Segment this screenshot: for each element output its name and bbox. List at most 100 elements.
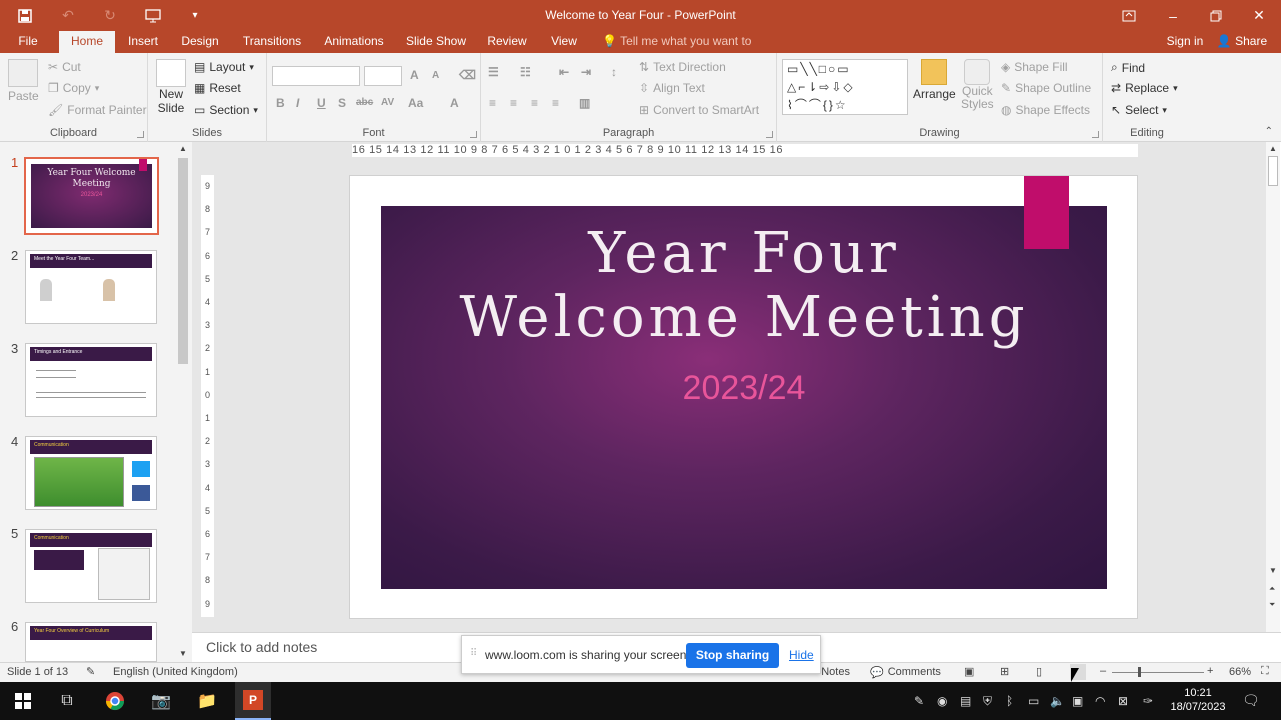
italic-button[interactable]: I bbox=[296, 96, 299, 110]
dialog-launcher-icon[interactable] bbox=[1092, 131, 1099, 138]
format-painter-button[interactable]: 🖌 Format Painter bbox=[48, 103, 147, 117]
underline-button[interactable]: U bbox=[317, 96, 326, 110]
sign-in-link[interactable]: Sign in bbox=[1162, 31, 1208, 53]
zoom-slider[interactable] bbox=[1112, 672, 1204, 673]
bold-button[interactable]: B bbox=[276, 96, 285, 110]
bluetooth-icon[interactable]: ᛒ bbox=[1006, 694, 1013, 708]
zoom-level[interactable]: 66% bbox=[1229, 666, 1251, 678]
change-case-button[interactable]: Aa bbox=[408, 96, 423, 110]
align-center-icon[interactable]: ≡ bbox=[510, 96, 517, 110]
scrollbar-thumb[interactable] bbox=[178, 158, 188, 364]
reset-button[interactable]: ▦ Reset bbox=[194, 81, 241, 95]
scroll-down-icon[interactable]: ▼ bbox=[1269, 566, 1277, 575]
camera-app-icon[interactable]: 📷 bbox=[146, 682, 176, 720]
thumbnail-slide-2[interactable]: Meet the Year Four Team... bbox=[25, 250, 157, 324]
tab-insert[interactable]: Insert bbox=[122, 31, 164, 53]
tell-me-search[interactable]: 💡 Tell me what you want to do... bbox=[602, 31, 772, 69]
quick-styles-button[interactable]: Quick Styles bbox=[961, 59, 994, 111]
select-button[interactable]: ↖ Select ▾ bbox=[1111, 103, 1167, 117]
next-slide-icon[interactable]: ⏷ bbox=[1269, 600, 1275, 610]
close-icon[interactable]: ✕ bbox=[1248, 0, 1270, 31]
reading-view-icon[interactable]: ▯ bbox=[1036, 665, 1042, 678]
section-button[interactable]: ▭ Section ▾ bbox=[194, 103, 258, 117]
tab-animations[interactable]: Animations bbox=[318, 31, 390, 53]
tab-slide-show[interactable]: Slide Show bbox=[401, 31, 471, 53]
thumbnail-slide-1[interactable]: Year Four Welcome Meeting 2023/24 bbox=[24, 157, 159, 235]
thumbnail-slide-5[interactable]: Communication bbox=[25, 529, 157, 603]
shield-icon[interactable]: ⛨ bbox=[983, 694, 992, 709]
text-direction-button[interactable]: ⇅ Text Direction bbox=[639, 60, 726, 74]
tab-review[interactable]: Review bbox=[482, 31, 532, 53]
align-text-button[interactable]: ⇳ Align Text bbox=[639, 81, 705, 95]
tab-view[interactable]: View bbox=[544, 31, 584, 53]
ribbon-display-options-icon[interactable] bbox=[1118, 0, 1140, 31]
tab-file[interactable]: File bbox=[8, 31, 48, 53]
bullets-icon[interactable]: ☰ bbox=[488, 65, 499, 79]
comments-toggle[interactable]: 💬 Comments bbox=[870, 666, 941, 679]
shapes-gallery[interactable]: ▭╲╲□○▭ △⌐⇂⇨⇩◇ ⌇⌒⌒{}☆ bbox=[782, 59, 908, 115]
battery-icon[interactable]: ▭ bbox=[1028, 694, 1039, 708]
tray-icon[interactable]: ◉ bbox=[937, 694, 947, 708]
scroll-down-icon[interactable]: ▼ bbox=[179, 649, 187, 658]
font-size-combo[interactable] bbox=[364, 66, 402, 86]
powerpoint-taskbar-icon[interactable]: P bbox=[235, 682, 271, 720]
layout-button[interactable]: ▤ Layout ▾ bbox=[194, 60, 254, 74]
scrollbar-thumb[interactable] bbox=[1268, 156, 1278, 186]
pen-icon[interactable]: ✑ bbox=[1143, 694, 1153, 708]
justify-icon[interactable]: ≡ bbox=[552, 96, 559, 110]
thumbnail-slide-6[interactable]: Year Four Overview of Curriculum bbox=[25, 622, 157, 662]
paste-button[interactable]: Paste bbox=[8, 59, 39, 103]
copy-button[interactable]: ❐ Copy ▾ bbox=[48, 81, 99, 95]
zoom-slider-handle[interactable] bbox=[1138, 667, 1141, 677]
dialog-launcher-icon[interactable] bbox=[137, 131, 144, 138]
zoom-in-icon[interactable]: + bbox=[1207, 665, 1213, 677]
hide-link[interactable]: Hide bbox=[789, 648, 814, 662]
tray-icon[interactable]: ▣ bbox=[1072, 694, 1083, 708]
slide-scrollbar[interactable]: ▲ ▼ ⏶ ⏷ bbox=[1266, 142, 1280, 632]
share-button[interactable]: 👤 Share bbox=[1214, 31, 1270, 53]
collapse-ribbon-icon[interactable]: ⌃ bbox=[1265, 126, 1273, 137]
previous-slide-icon[interactable]: ⏶ bbox=[1269, 584, 1275, 594]
decrease-indent-icon[interactable]: ⇤ bbox=[559, 65, 569, 79]
volume-icon[interactable]: 🔈 bbox=[1050, 694, 1065, 708]
fit-to-window-icon[interactable]: ⛶ bbox=[1261, 665, 1269, 678]
windows-start-icon[interactable] bbox=[8, 682, 38, 720]
slide-1[interactable]: Year Four Welcome Meeting 2023/24 bbox=[349, 175, 1138, 619]
tab-design[interactable]: Design bbox=[176, 31, 224, 53]
wifi-icon[interactable]: ◠ bbox=[1095, 694, 1105, 708]
replace-button[interactable]: ⇄ Replace ▾ bbox=[1111, 81, 1178, 95]
drag-handle-icon[interactable]: ⠿ bbox=[470, 648, 477, 659]
columns-icon[interactable]: ▥ bbox=[579, 96, 590, 110]
new-slide-button[interactable]: New Slide bbox=[156, 59, 186, 115]
increase-indent-icon[interactable]: ⇥ bbox=[581, 65, 591, 79]
tab-transitions[interactable]: Transitions bbox=[236, 31, 308, 53]
shape-outline-button[interactable]: ✎ Shape Outline bbox=[1001, 81, 1091, 95]
tray-icon[interactable]: ✎ bbox=[914, 694, 924, 708]
dialog-launcher-icon[interactable] bbox=[470, 131, 477, 138]
numbering-icon[interactable]: ☷ bbox=[520, 65, 531, 79]
spell-check-icon[interactable]: ✎ bbox=[86, 665, 95, 678]
tab-home[interactable]: Home bbox=[59, 31, 115, 53]
find-button[interactable]: ⌕ Find bbox=[1111, 60, 1145, 75]
align-left-icon[interactable]: ≡ bbox=[489, 96, 496, 110]
character-spacing-button[interactable]: AV bbox=[381, 97, 394, 108]
restore-icon[interactable] bbox=[1205, 0, 1227, 31]
thumbnail-slide-3[interactable]: Timings and Entrance bbox=[25, 343, 157, 417]
shadow-button[interactable]: S bbox=[338, 96, 346, 110]
strikethrough-button[interactable]: abc bbox=[356, 97, 373, 108]
arrange-button[interactable]: Arrange bbox=[913, 59, 956, 101]
thumbnail-slide-4[interactable]: Communication bbox=[25, 436, 157, 510]
thumbnails-scrollbar[interactable]: ▲ ▼ bbox=[176, 142, 190, 662]
tray-icon[interactable]: ▤ bbox=[960, 694, 971, 708]
cut-button[interactable]: ✂ Cut bbox=[48, 60, 81, 74]
shrink-font-button[interactable]: A bbox=[432, 70, 439, 81]
slide-title[interactable]: Year Four Welcome Meeting bbox=[381, 222, 1107, 350]
zoom-out-icon[interactable]: – bbox=[1100, 665, 1106, 677]
shape-effects-button[interactable]: ◍ Shape Effects bbox=[1001, 103, 1090, 117]
grow-font-button[interactable]: A bbox=[410, 68, 419, 82]
slide-subtitle[interactable]: 2023/24 bbox=[381, 369, 1107, 408]
file-explorer-icon[interactable]: 📁 bbox=[192, 682, 222, 720]
convert-smartart-button[interactable]: ⊞ Convert to SmartArt bbox=[639, 103, 759, 117]
dialog-launcher-icon[interactable] bbox=[766, 131, 773, 138]
stop-sharing-button[interactable]: Stop sharing bbox=[686, 643, 779, 668]
